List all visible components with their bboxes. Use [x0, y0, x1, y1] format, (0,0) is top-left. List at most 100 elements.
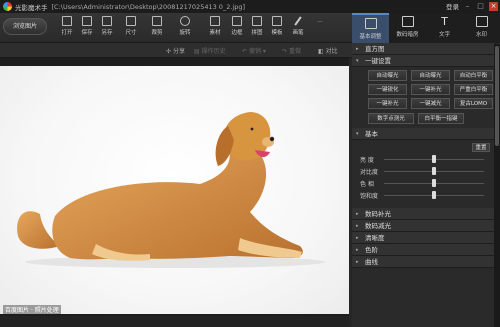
- slider-label: 亮 度: [360, 157, 374, 164]
- collapse-arrow-icon: ▸: [356, 222, 359, 229]
- slider-knob[interactable]: [432, 191, 436, 199]
- section-collapsed[interactable]: ▸ 色阶: [352, 244, 494, 256]
- toolbar-resize-button[interactable]: 尺寸: [122, 16, 140, 41]
- tab-label: 基本调整: [359, 34, 382, 40]
- close-button[interactable]: ×: [489, 1, 498, 11]
- tab-watermark[interactable]: 水印: [463, 13, 500, 43]
- toolbar-tool-label: 尺寸: [125, 30, 137, 36]
- slider-label: 饱和度: [360, 193, 379, 200]
- share-button[interactable]: ✢ 分享: [166, 46, 185, 55]
- slider-knob[interactable]: [432, 167, 436, 175]
- history-button[interactable]: ▤ 操作历史: [194, 46, 226, 55]
- section-collapsed[interactable]: ▸ 清晰度: [352, 232, 494, 244]
- section-label: 曲线: [365, 257, 378, 266]
- tab-text[interactable]: T 文字: [426, 13, 463, 43]
- toolbar-folder-button[interactable]: 打开: [58, 16, 76, 41]
- panel-scrollbar[interactable]: [494, 44, 500, 327]
- slider-row: 对比度: [360, 166, 488, 176]
- adjust-icon: [364, 18, 377, 29]
- scrollbar-thumb[interactable]: [495, 46, 499, 146]
- tab-adjust[interactable]: 基本调整: [352, 13, 389, 43]
- undo-label: 撤销: [248, 48, 261, 55]
- preset-button[interactable]: 自动白平衡: [454, 70, 493, 81]
- template-icon: [272, 16, 282, 26]
- minimize-button[interactable]: –: [463, 2, 472, 11]
- preset-button[interactable]: 一键补光: [411, 84, 450, 95]
- preset-button[interactable]: 自动曝光: [411, 70, 450, 81]
- undo-button[interactable]: ↶ 撤销 ▾: [242, 46, 266, 55]
- slider-row: 亮 度: [360, 154, 488, 164]
- text-icon: T: [441, 15, 448, 28]
- photo-golden-retriever: [0, 66, 349, 314]
- section-collapsed[interactable]: ▸ 数码减光: [352, 220, 494, 232]
- app-title: 光影魔术手: [15, 3, 48, 12]
- title-bar: 光影魔术手 [C:\Users\Administrator\Desktop\20…: [0, 0, 500, 13]
- section-label: 清晰度: [365, 233, 385, 242]
- preset-button[interactable]: 复古LOMO: [454, 98, 493, 109]
- tab-label: 水印: [475, 32, 487, 38]
- app-window: 光影魔术手 [C:\Users\Administrator\Desktop\20…: [0, 0, 500, 327]
- compare-label: 对比: [325, 48, 338, 55]
- preset-button[interactable]: 严重白平衡: [454, 84, 493, 95]
- toolbar-frame-button[interactable]: 边框: [228, 16, 246, 41]
- image-watermark: 百度图片 · 照片处理: [3, 305, 61, 314]
- pencil-icon: [293, 16, 303, 26]
- section-label: 直方图: [365, 44, 385, 53]
- preset-button[interactable]: 一键补光: [368, 98, 407, 109]
- toolbar-crop-button[interactable]: 裁剪: [148, 16, 166, 41]
- toolbar-save-button[interactable]: 保存: [78, 16, 96, 41]
- canvas-status-bar: [0, 316, 349, 327]
- dog-eye: [250, 127, 254, 131]
- compare-button[interactable]: ◧ 对比: [318, 46, 338, 55]
- preset-button[interactable]: 数字点测光: [368, 113, 414, 124]
- toolbar-save-as-button[interactable]: 另存: [98, 16, 116, 41]
- adjustment-panel: ▸ 直方图 ▾ 一键设置 自动曝光 自动曝光 自动白平衡 一键锐化 一键补光 严重白平衡 一键补…: [352, 43, 494, 327]
- section-one-click[interactable]: ▾ 一键设置: [352, 55, 494, 67]
- frame-icon: [232, 16, 242, 26]
- toolbar-material-button[interactable]: 素材: [206, 16, 224, 41]
- toolbar-template-button[interactable]: 模板: [268, 16, 286, 41]
- section-histogram[interactable]: ▸ 直方图: [352, 43, 494, 55]
- maximize-button[interactable]: □: [476, 2, 485, 11]
- main-toolbar: 浏览图片 打开 保存 另存 尺寸 裁剪 旋转 素材 边框 拼图 模板 画笔...: [0, 13, 352, 43]
- redo-label: 重做: [288, 48, 301, 55]
- toolbar-tool-label: 画笔: [292, 30, 304, 36]
- preset-button[interactable]: 白平衡一指键: [418, 113, 464, 124]
- toolbar-tool-label: 拼图: [251, 30, 263, 36]
- section-label: 数码减光: [365, 221, 391, 230]
- app-logo-icon: [3, 2, 12, 11]
- section-collapsed[interactable]: ▸ 曲线: [352, 256, 494, 268]
- toolbar-tool-label: 模板: [271, 30, 283, 36]
- tab-label: 数码暗房: [396, 32, 419, 38]
- browse-images-button[interactable]: 浏览图片: [3, 18, 47, 35]
- preset-button[interactable]: 一键减光: [411, 98, 450, 109]
- dog-body: [52, 144, 303, 260]
- one-click-presets: 自动曝光 自动曝光 自动白平衡 一键锐化 一键补光 严重白平衡 一键补光 一键减光 复古LOMO: [352, 67, 494, 111]
- share-label: 分享: [172, 48, 185, 55]
- toolbar-collage-button[interactable]: 拼图: [248, 16, 266, 41]
- folder-icon: [62, 16, 72, 26]
- basic-adjustments: 重置 亮 度对比度色 相饱和度: [352, 140, 494, 208]
- collapse-arrow-icon: ▸: [356, 210, 359, 217]
- slider-row: 色 相: [360, 178, 488, 188]
- preset-button[interactable]: 一键锐化: [368, 84, 407, 95]
- section-basic[interactable]: ▾ 基本: [352, 128, 494, 140]
- section-collapsed[interactable]: ▸ 数码补光: [352, 208, 494, 220]
- toolbar-more-button[interactable]: ...: [311, 16, 329, 41]
- slider-knob[interactable]: [432, 179, 436, 187]
- image-canvas[interactable]: 百度图片 · 照片处理: [0, 58, 349, 316]
- save-as-icon: [102, 16, 112, 26]
- slider-row: 饱和度: [360, 190, 488, 200]
- slider-knob[interactable]: [432, 155, 436, 163]
- redo-button[interactable]: ↷ 重做: [282, 46, 301, 55]
- toolbar-pencil-button[interactable]: 画笔: [289, 16, 307, 41]
- save-icon: [82, 16, 92, 26]
- expand-arrow-icon: ▾: [356, 130, 359, 137]
- preset-button[interactable]: 自动曝光: [368, 70, 407, 81]
- login-link[interactable]: 登录: [446, 1, 459, 11]
- toolbar-rotate-button[interactable]: 旋转: [176, 16, 194, 41]
- reset-button[interactable]: 重置: [472, 143, 490, 152]
- tab-darkroom[interactable]: 数码暗房: [389, 13, 426, 43]
- material-icon: [210, 16, 220, 26]
- collapse-arrow-icon: ▸: [356, 234, 359, 241]
